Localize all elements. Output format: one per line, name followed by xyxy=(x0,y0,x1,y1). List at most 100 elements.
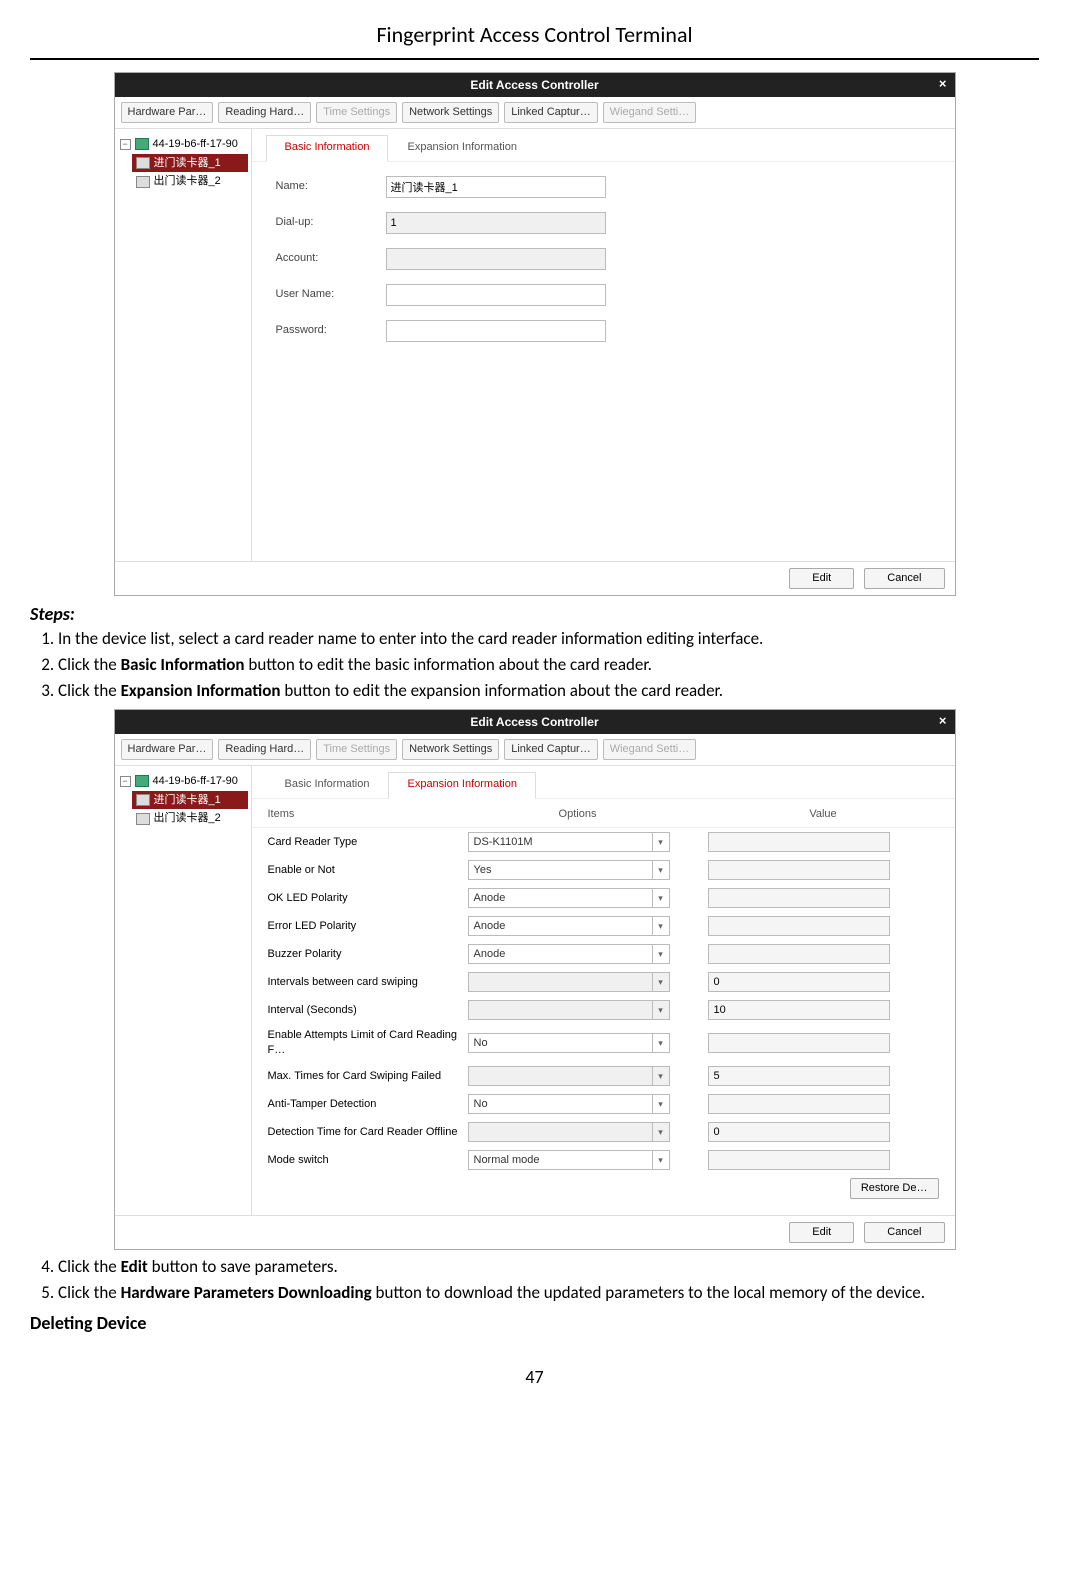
option-select: ▾ xyxy=(468,1122,670,1142)
option-select[interactable]: No▾ xyxy=(468,1094,670,1114)
tree-root-node[interactable]: − 44-19-b6-ff-17-90 xyxy=(118,135,248,154)
wiegand-settings-button[interactable]: Wiegand Setti… xyxy=(603,102,696,123)
option-select[interactable]: Anode▾ xyxy=(468,916,670,936)
tree-root-node[interactable]: − 44-19-b6-ff-17-90 xyxy=(118,772,248,791)
expansion-item-label: Max. Times for Card Swiping Failed xyxy=(268,1069,468,1084)
close-icon[interactable]: × xyxy=(939,75,947,93)
tree-reader-1[interactable]: 进门读卡器_1 xyxy=(132,791,248,810)
option-select[interactable]: DS-K1101M▾ xyxy=(468,832,670,852)
option-select[interactable]: Anode▾ xyxy=(468,888,670,908)
chevron-down-icon[interactable]: ▾ xyxy=(652,889,669,907)
tab-expansion-information[interactable]: Expansion Information xyxy=(388,135,535,161)
linked-capture-button[interactable]: Linked Captur… xyxy=(504,102,598,123)
network-settings-button[interactable]: Network Settings xyxy=(402,102,499,123)
value-input[interactable] xyxy=(708,972,890,992)
step-5-text-2: button to download the updated parameter… xyxy=(372,1282,925,1303)
value-input[interactable] xyxy=(708,1150,890,1170)
tree-root-label: 44-19-b6-ff-17-90 xyxy=(153,774,238,789)
name-input[interactable] xyxy=(386,176,606,198)
chevron-down-icon[interactable]: ▾ xyxy=(652,1095,669,1113)
hardware-parameters-button[interactable]: Hardware Par… xyxy=(121,102,214,123)
expansion-item-label: Detection Time for Card Reader Offline xyxy=(268,1125,468,1140)
steps-list-2: Click the Edit button to save parameters… xyxy=(30,1256,1039,1305)
collapse-icon[interactable]: − xyxy=(120,776,131,787)
device-icon xyxy=(135,775,149,787)
close-icon[interactable]: × xyxy=(939,712,947,730)
page-number: 47 xyxy=(30,1365,1039,1389)
value-input[interactable] xyxy=(708,916,890,936)
time-settings-button[interactable]: Time Settings xyxy=(316,739,397,760)
header-value: Value xyxy=(688,807,939,822)
step-2-text-2: button to edit the basic information abo… xyxy=(245,654,652,675)
option-select-value: Anode xyxy=(469,919,652,934)
restore-default-button[interactable]: Restore De… xyxy=(850,1178,939,1199)
expansion-row: Card Reader TypeDS-K1101M▾ xyxy=(252,828,955,856)
hardware-parameters-button[interactable]: Hardware Par… xyxy=(121,739,214,760)
username-label: User Name: xyxy=(276,287,386,302)
tree-reader-1-label: 进门读卡器_1 xyxy=(154,156,221,171)
cancel-button[interactable]: Cancel xyxy=(864,568,944,589)
tree-reader-2[interactable]: 出门读卡器_2 xyxy=(132,809,248,828)
window-footer: Edit Cancel xyxy=(115,1215,955,1249)
option-select: ▾ xyxy=(468,972,670,992)
chevron-down-icon[interactable]: ▾ xyxy=(652,833,669,851)
value-input[interactable] xyxy=(708,1122,890,1142)
password-input[interactable] xyxy=(386,320,606,342)
expansion-item-label: Error LED Polarity xyxy=(268,919,468,934)
tab-basic-information[interactable]: Basic Information xyxy=(266,772,389,798)
subtab-bar: Basic Information Expansion Information xyxy=(252,129,955,162)
edit-button[interactable]: Edit xyxy=(789,1222,854,1243)
option-select-value: No xyxy=(469,1036,652,1051)
option-select-value: Anode xyxy=(469,891,652,906)
main-toolbar: Hardware Par… Reading Hard… Time Setting… xyxy=(115,734,955,766)
chevron-down-icon[interactable]: ▾ xyxy=(652,1034,669,1052)
option-select-value: DS-K1101M xyxy=(469,835,652,850)
chevron-down-icon[interactable]: ▾ xyxy=(652,861,669,879)
document-title: Fingerprint Access Control Terminal xyxy=(30,20,1039,60)
tree-reader-2[interactable]: 出门读卡器_2 xyxy=(132,172,248,191)
value-input[interactable] xyxy=(708,1033,890,1053)
value-input[interactable] xyxy=(708,1094,890,1114)
wiegand-settings-button[interactable]: Wiegand Setti… xyxy=(603,739,696,760)
basic-info-form: Name: Dial-up: Account: User Name: Passw… xyxy=(252,162,955,370)
chevron-down-icon[interactable]: ▾ xyxy=(652,945,669,963)
step-4-text-2: button to save parameters. xyxy=(148,1256,338,1277)
collapse-icon[interactable]: − xyxy=(120,139,131,150)
name-label: Name: xyxy=(276,179,386,194)
option-select-value: Yes xyxy=(469,863,652,878)
chevron-down-icon[interactable]: ▾ xyxy=(652,1151,669,1169)
value-input[interactable] xyxy=(708,1066,890,1086)
window-titlebar: Edit Access Controller × xyxy=(115,73,955,97)
value-input[interactable] xyxy=(708,888,890,908)
option-select[interactable]: No▾ xyxy=(468,1033,670,1053)
tree-reader-1[interactable]: 进门读卡器_1 xyxy=(132,154,248,173)
expansion-row: OK LED PolarityAnode▾ xyxy=(252,884,955,912)
network-settings-button[interactable]: Network Settings xyxy=(402,739,499,760)
reading-hardware-button[interactable]: Reading Hard… xyxy=(218,102,311,123)
reader-icon xyxy=(136,176,150,188)
expansion-row: Error LED PolarityAnode▾ xyxy=(252,912,955,940)
option-select[interactable]: Normal mode▾ xyxy=(468,1150,670,1170)
value-input[interactable] xyxy=(708,860,890,880)
device-tree-panel: − 44-19-b6-ff-17-90 进门读卡器_1 出门读卡器_2 xyxy=(115,129,252,561)
step-2: Click the Basic Information button to ed… xyxy=(58,654,1039,677)
linked-capture-button[interactable]: Linked Captur… xyxy=(504,739,598,760)
reader-icon xyxy=(136,794,150,806)
option-select[interactable]: Yes▾ xyxy=(468,860,670,880)
step-5: Click the Hardware Parameters Downloadin… xyxy=(58,1282,1039,1305)
chevron-down-icon[interactable]: ▾ xyxy=(652,917,669,935)
option-select[interactable]: Anode▾ xyxy=(468,944,670,964)
value-input[interactable] xyxy=(708,1000,890,1020)
value-input[interactable] xyxy=(708,832,890,852)
value-input[interactable] xyxy=(708,944,890,964)
edit-button[interactable]: Edit xyxy=(789,568,854,589)
cancel-button[interactable]: Cancel xyxy=(864,1222,944,1243)
expansion-item-label: Mode switch xyxy=(268,1153,468,1168)
account-label: Account: xyxy=(276,251,386,266)
tab-expansion-information[interactable]: Expansion Information xyxy=(388,772,535,799)
username-input[interactable] xyxy=(386,284,606,306)
expansion-item-label: Enable or Not xyxy=(268,863,468,878)
reading-hardware-button[interactable]: Reading Hard… xyxy=(218,739,311,760)
time-settings-button[interactable]: Time Settings xyxy=(316,102,397,123)
tab-basic-information[interactable]: Basic Information xyxy=(266,135,389,162)
